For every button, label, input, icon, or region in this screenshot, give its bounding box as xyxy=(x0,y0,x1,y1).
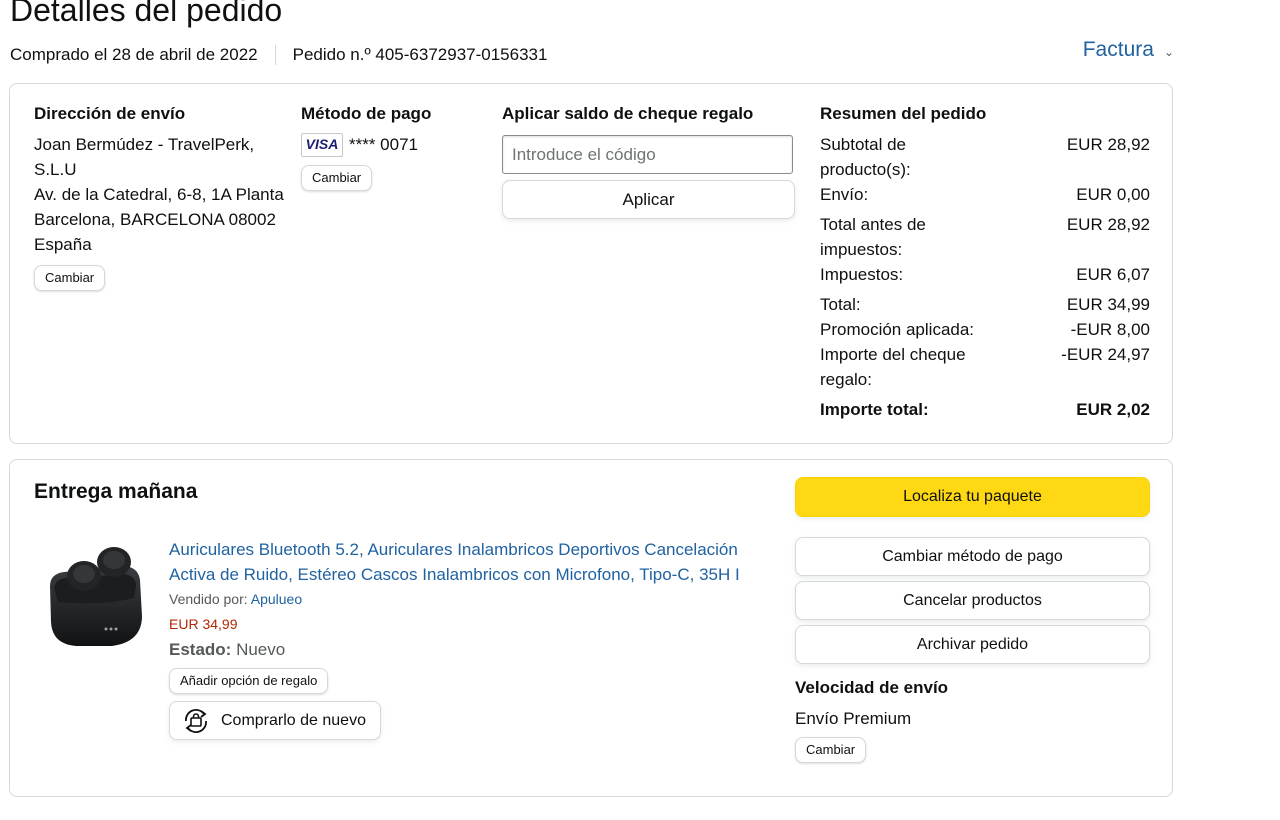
apply-gift-button[interactable]: Aplicar xyxy=(502,180,795,219)
summary-value: -EUR 8,00 xyxy=(1070,320,1150,339)
order-number: Pedido n.º 405-6372937-0156331 xyxy=(292,45,548,64)
summary-value: EUR 6,07 xyxy=(1076,265,1150,284)
page-title: Detalles del pedido xyxy=(10,0,283,28)
address-line: España xyxy=(34,235,92,254)
condition-label: Estado: xyxy=(169,640,232,659)
payment-card: VISA **** 0071 xyxy=(301,132,481,157)
change-payment-button[interactable]: Cambiar xyxy=(301,165,373,191)
shipping-address-title: Dirección de envío xyxy=(34,104,186,123)
order-meta: Comprado el 28 de abril de 2022 Pedido n… xyxy=(10,43,547,67)
summary-row: Promoción aplicada: -EUR 8,00 xyxy=(820,317,1150,342)
track-package-button[interactable]: Localiza tu paquete xyxy=(795,477,1150,517)
invoice-dropdown[interactable]: Factura ⌄ xyxy=(1083,38,1174,62)
gift-code-input[interactable] xyxy=(502,135,793,174)
condition-value: Nuevo xyxy=(236,640,286,659)
summary-value: EUR 28,92 xyxy=(1066,135,1150,154)
order-summary-section: Resumen del pedido Subtotal de producto(… xyxy=(820,103,1150,422)
summary-row: Envío: EUR 0,00 xyxy=(820,182,1150,207)
summary-label: Importe del cheque regalo: xyxy=(820,345,966,389)
summary-label: Total antes de impuestos: xyxy=(820,215,926,259)
shipping-address: Joan Bermúdez - TravelPerk, S.L.U Av. de… xyxy=(34,132,294,257)
address-line: Av. de la Catedral, 6-8, 1A Planta xyxy=(34,185,284,204)
summary-value: EUR 0,00 xyxy=(1076,185,1150,204)
delivery-card: Entrega mañana Auriculares Bluetooth 5.2… xyxy=(9,459,1173,797)
address-line: Joan Bermúdez - TravelPerk, S.L.U xyxy=(34,135,255,179)
divider xyxy=(274,45,276,65)
gift-card-title: Aplicar saldo de cheque regalo xyxy=(502,104,754,123)
order-details-card: Dirección de envío Joan Bermúdez - Trave… xyxy=(9,83,1173,444)
summary-label: Impuestos: xyxy=(820,265,904,284)
shipping-speed-value: Envío Premium xyxy=(795,709,912,728)
summary-value: EUR 2,02 xyxy=(1076,400,1150,419)
payment-method-title: Método de pago xyxy=(301,104,432,123)
shipping-address-section: Dirección de envío Joan Bermúdez - Trave… xyxy=(34,103,294,291)
summary-row: Importe del cheque regalo: -EUR 24,97 xyxy=(820,342,1150,392)
change-address-button[interactable]: Cambiar xyxy=(34,265,106,291)
change-shipping-speed-button[interactable]: Cambiar xyxy=(795,737,867,763)
summary-label: Envío: xyxy=(820,185,869,204)
change-payment-method-button[interactable]: Cambiar método de pago xyxy=(795,537,1150,576)
summary-label: Promoción aplicada: xyxy=(820,320,975,339)
chevron-down-icon: ⌄ xyxy=(1163,44,1174,59)
archive-order-button[interactable]: Archivar pedido xyxy=(795,625,1150,664)
summary-row: Total antes de impuestos: EUR 28,92 xyxy=(820,212,1150,262)
buy-again-label: Comprarlo de nuevo xyxy=(221,711,366,729)
address-line: Barcelona, BARCELONA 08002 xyxy=(34,210,276,229)
buy-again-button[interactable]: Comprarlo de nuevo xyxy=(169,701,381,740)
visa-card-icon: VISA xyxy=(301,132,343,157)
summary-value: EUR 28,92 xyxy=(1066,215,1150,234)
earbuds-product-image[interactable] xyxy=(42,536,157,651)
product-info: Auriculares Bluetooth 5.2, Auriculares I… xyxy=(169,537,769,740)
summary-label: Total: xyxy=(820,295,861,314)
summary-row: Total: EUR 34,99 xyxy=(820,292,1150,317)
sold-by: Vendido por: Apulueo xyxy=(169,587,769,612)
product-condition: Estado: Nuevo xyxy=(169,637,769,662)
card-number: **** 0071 xyxy=(349,135,419,154)
summary-row: Impuestos: EUR 6,07 xyxy=(820,262,1150,287)
payment-method-section: Método de pago VISA **** 0071 Cambiar xyxy=(301,103,481,191)
sold-by-label: Vendido por: xyxy=(169,591,248,607)
cancel-items-button[interactable]: Cancelar productos xyxy=(795,581,1150,620)
summary-value: EUR 34,99 xyxy=(1066,295,1150,314)
summary-label: Importe total: xyxy=(820,400,929,419)
purchase-date: Comprado el 28 de abril de 2022 xyxy=(10,45,258,64)
product-title-link[interactable]: Auriculares Bluetooth 5.2, Auriculares I… xyxy=(169,537,769,587)
summary-row: Subtotal de producto(s): EUR 28,92 xyxy=(820,132,1150,182)
order-summary-title: Resumen del pedido xyxy=(820,104,987,123)
summary-rows: Subtotal de producto(s): EUR 28,92 Envío:… xyxy=(820,132,1150,422)
delivery-title: Entrega mañana xyxy=(34,480,198,503)
buy-again-icon xyxy=(185,708,207,733)
summary-value: -EUR 24,97 xyxy=(1061,345,1150,364)
summary-label: Subtotal de producto(s): xyxy=(820,135,911,179)
seller-link[interactable]: Apulueo xyxy=(251,591,302,607)
shipping-speed-title: Velocidad de envío xyxy=(795,678,949,697)
product-price: EUR 34,99 xyxy=(169,616,238,632)
invoice-label: Factura xyxy=(1082,38,1154,61)
order-actions: Localiza tu paquete Cambiar método de pa… xyxy=(795,477,1150,763)
gift-card-section: Aplicar saldo de cheque regalo Aplicar xyxy=(502,103,795,219)
add-gift-option-button[interactable]: Añadir opción de regalo xyxy=(169,668,329,694)
summary-total-row: Importe total: EUR 2,02 xyxy=(820,397,1150,422)
